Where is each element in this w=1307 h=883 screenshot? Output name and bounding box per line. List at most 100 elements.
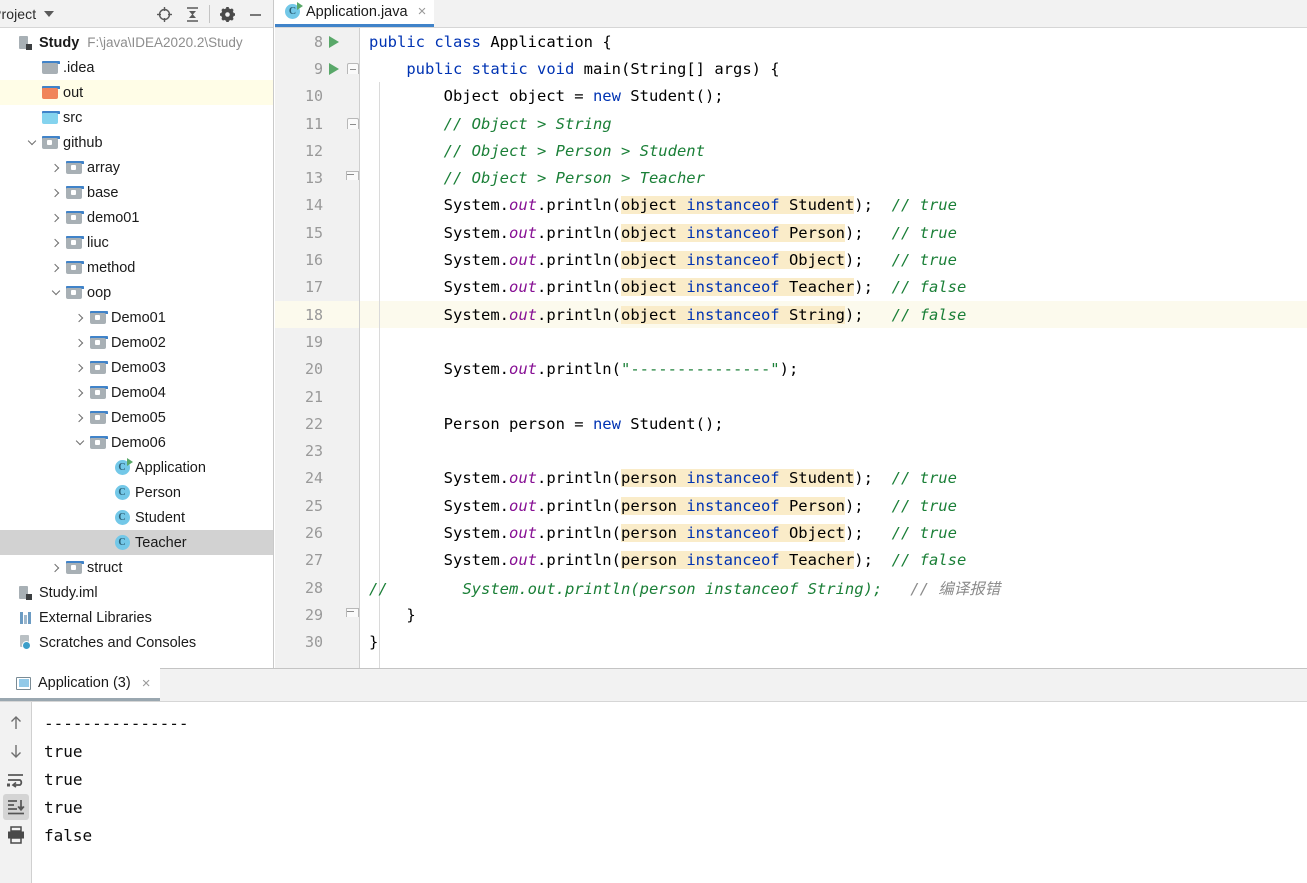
tab-application-java[interactable]: C Application.java × (275, 0, 434, 27)
chevron-down-icon[interactable] (72, 430, 88, 455)
print-button[interactable] (3, 822, 29, 848)
tree-item-liuc[interactable]: liuc (0, 230, 273, 255)
fold-region-start-icon[interactable] (345, 118, 360, 129)
tree-item-label: Demo01 (108, 310, 166, 326)
code-line[interactable]: 9 public static void main(String[] args)… (275, 55, 1307, 82)
code-line[interactable]: 21 (275, 383, 1307, 410)
tree-item-scratches-and-consoles[interactable]: Scratches and Consoles (0, 630, 273, 655)
code-line[interactable]: 10 Object object = new Student(); (275, 83, 1307, 110)
tree-item-src[interactable]: src (0, 105, 273, 130)
close-icon[interactable]: × (142, 676, 151, 691)
tree-item-person[interactable]: CPerson (0, 480, 273, 505)
code-line[interactable]: 26 System.out.println(person instanceof … (275, 519, 1307, 546)
console-line (44, 850, 1307, 878)
chevron-right-icon[interactable] (72, 355, 88, 380)
chevron-down-icon[interactable] (24, 130, 40, 155)
scroll-to-end-button[interactable] (3, 794, 29, 820)
chevron-right-icon[interactable] (48, 555, 64, 580)
code-line[interactable]: 30} (275, 629, 1307, 656)
tree-item-out[interactable]: out (0, 80, 273, 105)
soft-wrap-button[interactable] (3, 766, 29, 792)
chevron-down-icon[interactable] (44, 11, 54, 17)
tree-item-student[interactable]: CStudent (0, 505, 273, 530)
module-icon (19, 35, 33, 50)
code-line[interactable]: 13 // Object > Person > Teacher (275, 164, 1307, 191)
code-line[interactable]: 14 System.out.println(object instanceof … (275, 192, 1307, 219)
code-line[interactable]: 28// System.out.println(person instanceo… (275, 574, 1307, 601)
chevron-right-icon[interactable] (72, 380, 88, 405)
minimize-icon[interactable] (241, 1, 269, 27)
code-text: Person person = new Student(); (360, 415, 1307, 433)
code-line[interactable]: 17 System.out.println(object instanceof … (275, 274, 1307, 301)
code-editor[interactable]: 8public class Application {9 public stat… (275, 28, 1307, 668)
tree-item-label: Student (132, 510, 185, 526)
tree-item-base[interactable]: base (0, 180, 273, 205)
close-icon[interactable]: × (418, 4, 427, 19)
project-tree[interactable]: StudyF:\java\IDEA2020.2\Study.ideaoutsrc… (0, 28, 273, 655)
code-line[interactable]: 27 System.out.println(person instanceof … (275, 547, 1307, 574)
run-gutter-icon[interactable] (323, 36, 345, 48)
code-line[interactable]: 24 System.out.println(person instanceof … (275, 465, 1307, 492)
console-output[interactable]: ---------------truetruetruefalse Process… (32, 702, 1307, 883)
code-line[interactable]: 8public class Application { (275, 28, 1307, 55)
code-line[interactable]: 29 } (275, 601, 1307, 628)
tree-item-study-iml[interactable]: Study.iml (0, 580, 273, 605)
tree-item-array[interactable]: array (0, 155, 273, 180)
usage-highlight: object instanceof Teacher (621, 278, 854, 296)
code-line[interactable]: 12 // Object > Person > Student (275, 137, 1307, 164)
code-line[interactable]: 25 System.out.println(person instanceof … (275, 492, 1307, 519)
code-line[interactable]: 16 System.out.println(object instanceof … (275, 246, 1307, 273)
tree-item-oop[interactable]: oop (0, 280, 273, 305)
chevron-right-icon[interactable] (72, 405, 88, 430)
console-line: true (44, 738, 1307, 766)
tree-item-demo01[interactable]: demo01 (0, 205, 273, 230)
tree-item-application[interactable]: CApplication (0, 455, 273, 480)
tree-item-demo02[interactable]: Demo02 (0, 330, 273, 355)
chevron-right-icon[interactable] (48, 205, 64, 230)
tree-item-struct[interactable]: struct (0, 555, 273, 580)
run-tab-application[interactable]: Application (3) × (0, 668, 160, 701)
code-line[interactable]: 11 // Object > String (275, 110, 1307, 137)
tree-item-demo05[interactable]: Demo05 (0, 405, 273, 430)
tree-item-label: oop (84, 285, 111, 301)
tree-item--idea[interactable]: .idea (0, 55, 273, 80)
code-text: public static void main(String[] args) { (360, 60, 1307, 78)
scroll-down-button[interactable] (3, 738, 29, 764)
run-gutter-icon[interactable] (323, 63, 345, 75)
tree-item-teacher[interactable]: CTeacher (0, 530, 273, 555)
chevron-right-icon[interactable] (48, 230, 64, 255)
fold-region-end-icon[interactable] (345, 608, 360, 622)
code-line[interactable]: 23 (275, 437, 1307, 464)
tree-item-demo01[interactable]: Demo01 (0, 305, 273, 330)
code-line[interactable]: 19 (275, 328, 1307, 355)
tree-item-method[interactable]: method (0, 255, 273, 280)
package-icon (66, 186, 82, 199)
tree-item-github[interactable]: github (0, 130, 273, 155)
code-line[interactable]: 18 System.out.println(object instanceof … (275, 301, 1307, 328)
libraries-icon (19, 610, 33, 625)
chevron-right-icon[interactable] (48, 255, 64, 280)
code-line[interactable]: 20 System.out.println("---------------")… (275, 356, 1307, 383)
tree-spacer (0, 605, 16, 630)
locate-icon[interactable] (150, 1, 178, 27)
fold-region-start-icon[interactable] (345, 63, 360, 74)
chevron-down-icon[interactable] (48, 280, 64, 305)
editor-tabbar: C Application.java × (275, 0, 1307, 28)
chevron-right-icon[interactable] (72, 305, 88, 330)
chevron-right-icon[interactable] (48, 180, 64, 205)
line-number: 26 (275, 524, 323, 542)
collapse-all-icon[interactable] (178, 1, 206, 27)
tree-item-demo03[interactable]: Demo03 (0, 355, 273, 380)
tree-item-demo06[interactable]: Demo06 (0, 430, 273, 455)
chevron-right-icon[interactable] (48, 155, 64, 180)
code-line[interactable]: 15 System.out.println(object instanceof … (275, 219, 1307, 246)
tree-item-study[interactable]: StudyF:\java\IDEA2020.2\Study (0, 30, 273, 55)
project-tool-window: Project (0, 0, 274, 668)
tree-item-demo04[interactable]: Demo04 (0, 380, 273, 405)
code-line[interactable]: 22 Person person = new Student(); (275, 410, 1307, 437)
fold-region-end-icon[interactable] (345, 171, 360, 185)
chevron-right-icon[interactable] (72, 330, 88, 355)
scroll-up-button[interactable] (3, 710, 29, 736)
settings-gear-icon[interactable] (213, 1, 241, 27)
tree-item-external-libraries[interactable]: External Libraries (0, 605, 273, 630)
